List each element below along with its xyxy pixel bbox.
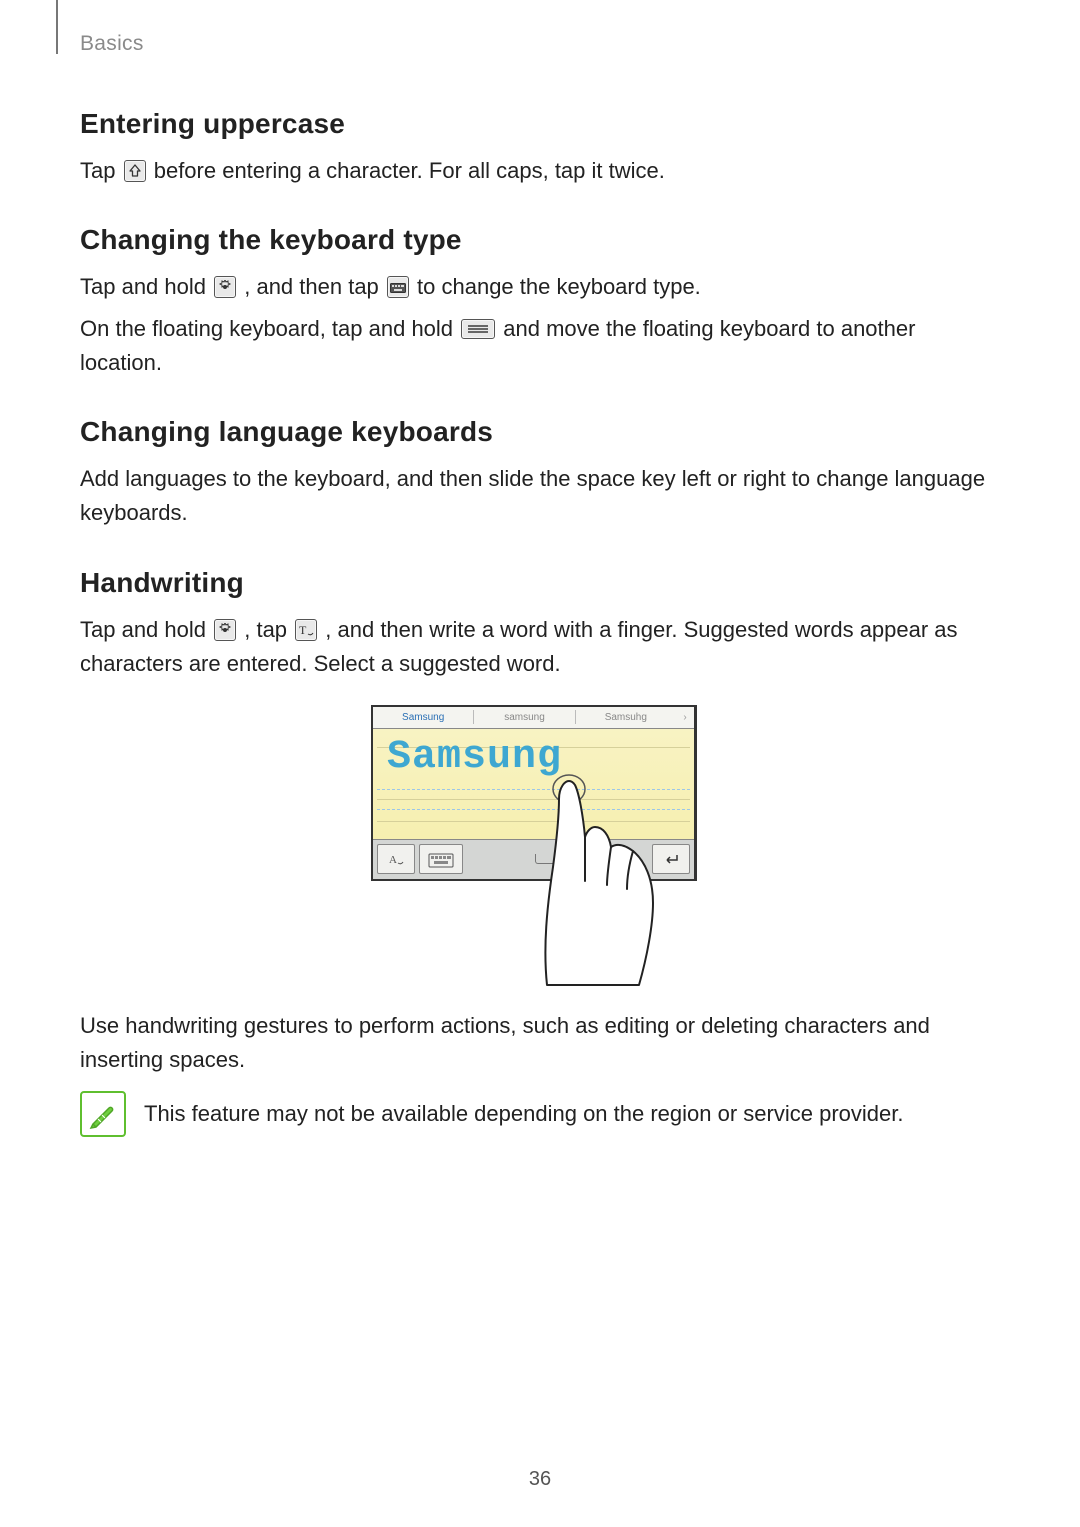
suggestion-bar: Samsung samsung Samsuhg › bbox=[373, 707, 694, 729]
running-header: Basics bbox=[80, 32, 144, 56]
document-page: Basics Entering uppercase Tap before ent… bbox=[0, 0, 1080, 1527]
text-fragment: , tap bbox=[244, 617, 293, 642]
header-rule bbox=[56, 0, 58, 54]
heading-changing-language-keyboards: Changing language keyboards bbox=[80, 416, 1000, 448]
heading-entering-uppercase: Entering uppercase bbox=[80, 108, 1000, 140]
page-content: Entering uppercase Tap before entering a… bbox=[80, 108, 1000, 1137]
suggestion-selected: Samsung bbox=[373, 712, 473, 723]
heading-handwriting: Handwriting bbox=[80, 567, 1000, 599]
suggestion-item: Samsuhg bbox=[576, 712, 676, 723]
svg-text:A: A bbox=[389, 854, 397, 866]
text-fragment: On the floating keyboard, tap and hold bbox=[80, 316, 459, 341]
page-number: 36 bbox=[0, 1468, 1080, 1491]
note-text: This feature may not be available depend… bbox=[144, 1097, 903, 1131]
text-fragment: to change the keyboard type. bbox=[417, 274, 701, 299]
shift-icon bbox=[124, 160, 146, 182]
note-callout: This feature may not be available depend… bbox=[80, 1091, 1000, 1137]
paragraph-language: Add languages to the keyboard, and then … bbox=[80, 462, 1000, 530]
text-fragment: , and then tap bbox=[244, 274, 385, 299]
suggestion-item: samsung bbox=[474, 712, 574, 723]
gear-icon bbox=[214, 619, 236, 641]
text-fragment: Tap and hold bbox=[80, 617, 212, 642]
text-fragment: before entering a character. For all cap… bbox=[154, 158, 665, 183]
svg-text:T: T bbox=[299, 623, 307, 637]
text-t-icon: T bbox=[295, 619, 317, 641]
handwriting-mode-key: A bbox=[377, 844, 415, 874]
chevron-right-icon: › bbox=[676, 712, 694, 723]
paragraph-uppercase: Tap before entering a character. For all… bbox=[80, 154, 1000, 188]
keyboard-icon bbox=[387, 276, 409, 298]
handwriting-illustration: Samsung samsung Samsuhg › Samsung bbox=[80, 705, 1000, 985]
note-pen-icon bbox=[80, 1091, 126, 1137]
hand-illustration-icon bbox=[457, 757, 707, 989]
paragraph-kbtype-2: On the floating keyboard, tap and hold a… bbox=[80, 312, 1000, 380]
text-fragment: Tap bbox=[80, 158, 122, 183]
paragraph-kbtype-1: Tap and hold , and then tap to change th… bbox=[80, 270, 1000, 304]
paragraph-handwriting-1: Tap and hold , tap T , and then write a … bbox=[80, 613, 1000, 681]
gear-icon bbox=[214, 276, 236, 298]
grip-icon bbox=[461, 319, 495, 339]
text-fragment: Tap and hold bbox=[80, 274, 212, 299]
heading-changing-keyboard-type: Changing the keyboard type bbox=[80, 224, 1000, 256]
paragraph-handwriting-2: Use handwriting gestures to perform acti… bbox=[80, 1009, 1000, 1077]
